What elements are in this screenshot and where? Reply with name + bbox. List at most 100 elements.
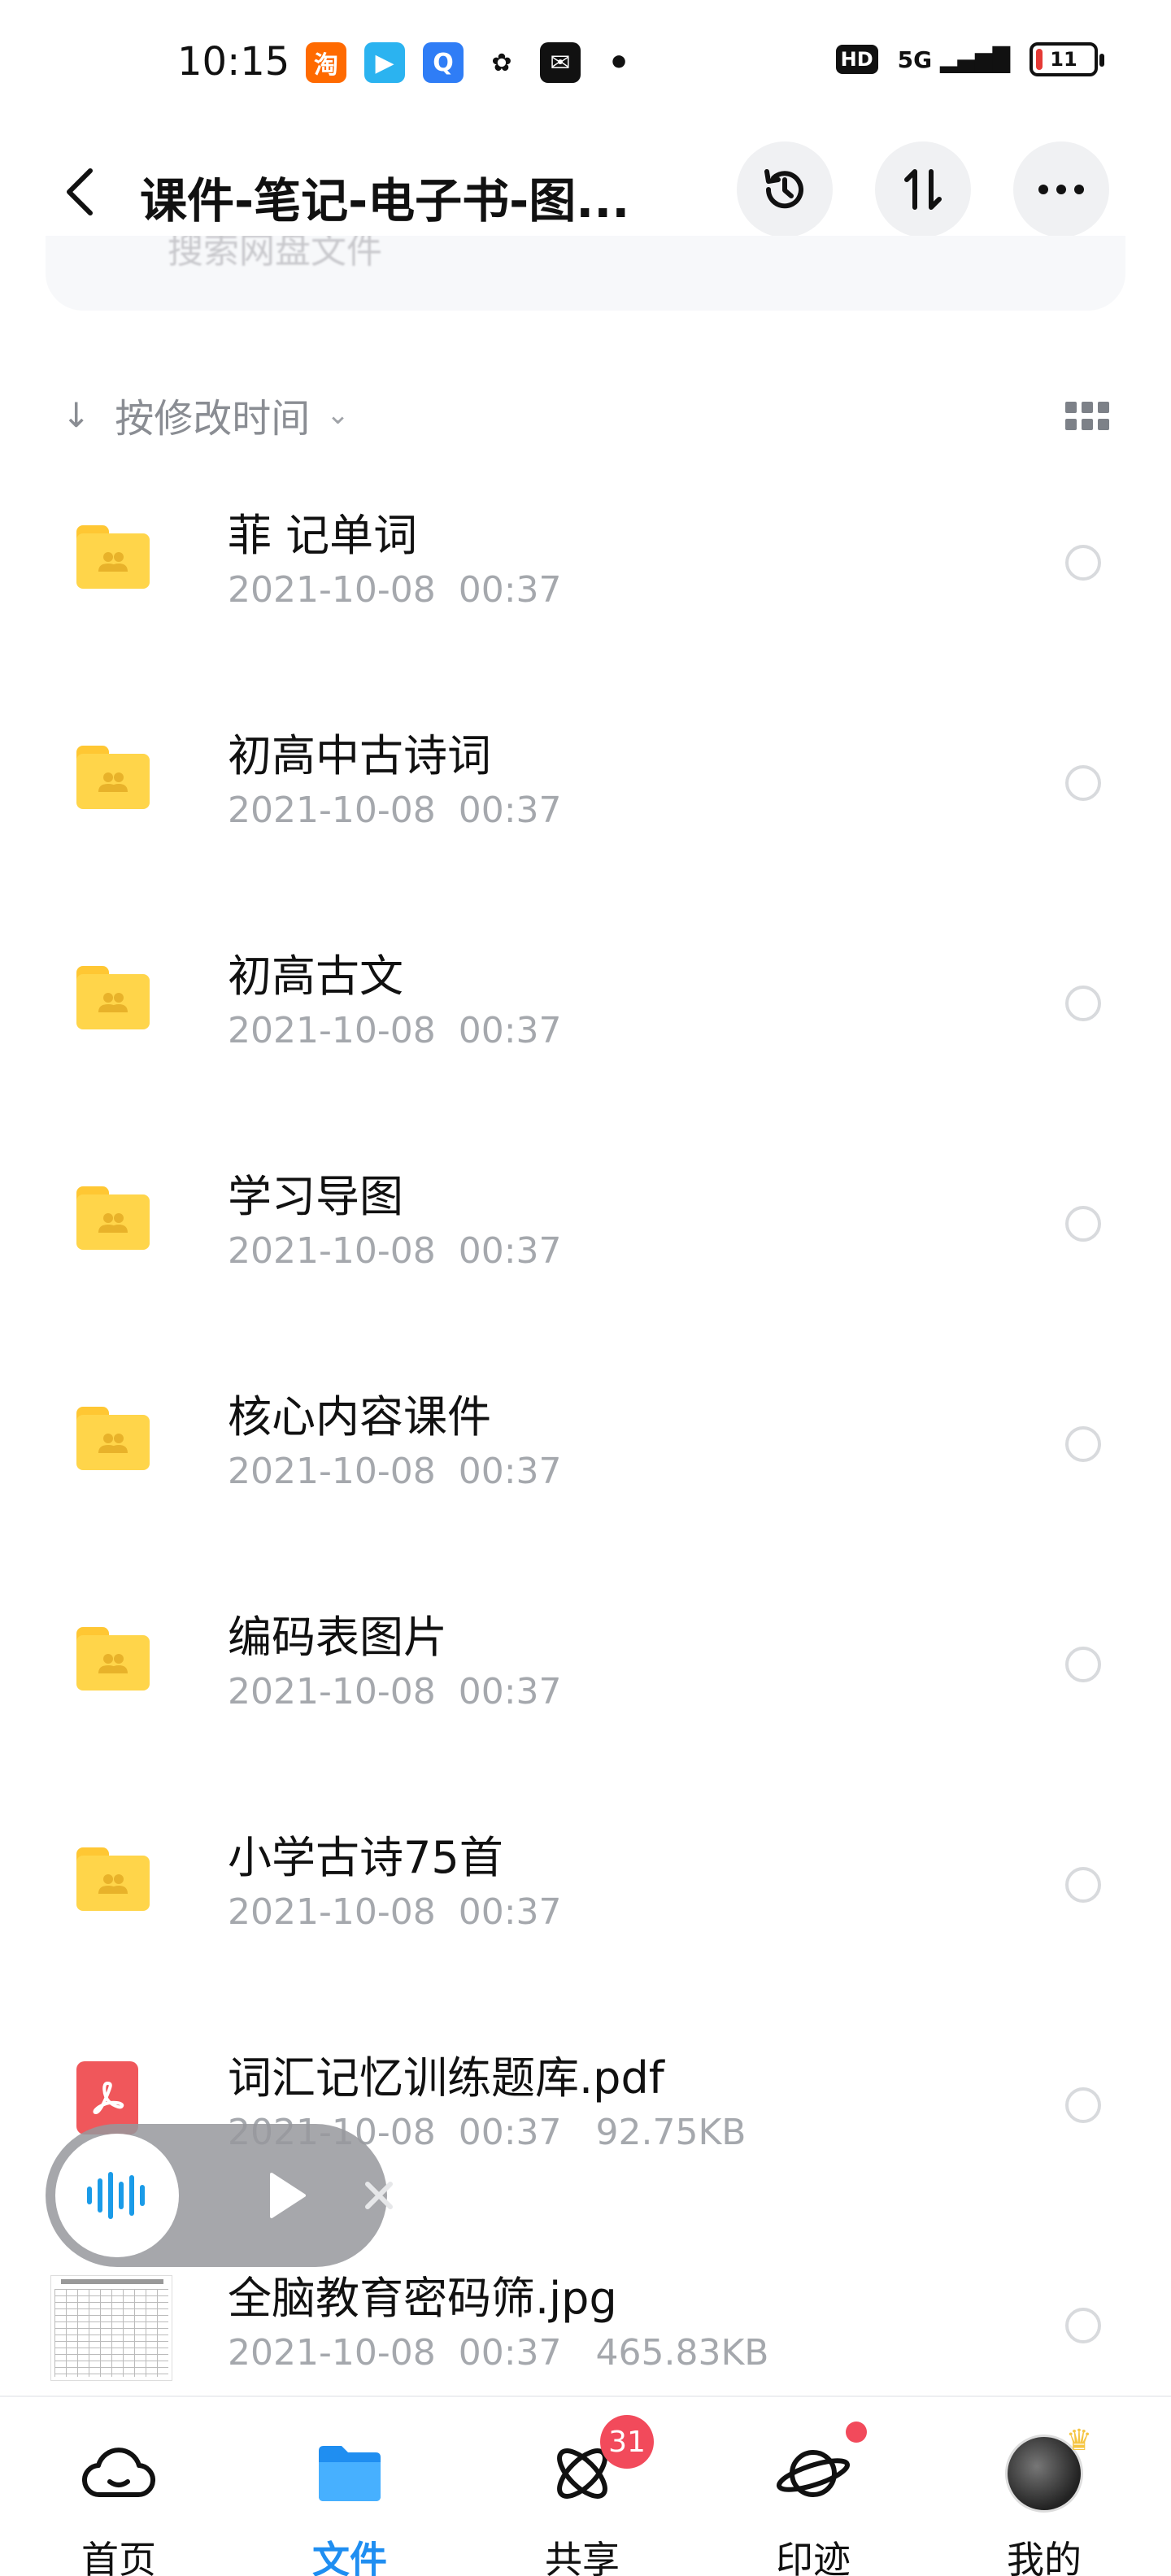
nav-share[interactable]: 31 共享: [493, 2397, 672, 2576]
shared-folder-icon: [76, 519, 150, 592]
file-meta: 2021-10-08 00:37 465.83KB: [228, 2332, 768, 2374]
file-size: 92.75KB: [595, 2112, 747, 2153]
select-checkbox[interactable]: [1065, 986, 1101, 1021]
file-time: 00:37: [458, 1891, 562, 1933]
select-checkbox[interactable]: [1065, 2087, 1101, 2123]
file-row[interactable]: 编码表图片 2021-10-08 00:37: [0, 1590, 1171, 1810]
shared-folder-icon: [76, 959, 150, 1033]
crown-icon: ♛: [1065, 2424, 1092, 2457]
history-icon: [764, 169, 803, 209]
nav-files-label: 文件: [312, 2538, 387, 2576]
shared-folder-icon: [76, 1841, 150, 1914]
shared-folder-icon: [76, 1180, 150, 1253]
share-badge: 31: [600, 2415, 654, 2469]
select-checkbox[interactable]: [1065, 1206, 1101, 1242]
file-meta: 2021-10-08 00:37: [228, 1010, 562, 1051]
file-meta: 2021-10-08 00:37: [228, 1891, 562, 1933]
file-meta: 2021-10-08 00:37: [228, 790, 562, 831]
nav-trace[interactable]: 印迹: [724, 2397, 903, 2576]
select-checkbox[interactable]: [1065, 1867, 1101, 1903]
file-row[interactable]: 初高中古诗词 2021-10-08 00:37: [0, 708, 1171, 929]
select-checkbox[interactable]: [1065, 2308, 1101, 2343]
nav-me-label: 我的: [1007, 2538, 1082, 2576]
avatar: ♛: [1005, 2424, 1092, 2513]
grid-view-icon[interactable]: [1065, 402, 1111, 431]
file-date: 2021-10-08: [228, 1010, 436, 1051]
file-date: 2021-10-08: [228, 569, 436, 611]
file-name: 初高古文: [228, 951, 403, 1002]
file-meta: 2021-10-08 00:37: [228, 1671, 562, 1712]
file-time: 00:37: [458, 2112, 562, 2153]
file-time: 00:37: [458, 569, 562, 611]
notification-icons: 淘 ▶ Q ✿ ✉ •: [306, 42, 639, 84]
more-icon: [1038, 185, 1084, 194]
hd-badge: HD: [835, 45, 878, 74]
browser-icon: Q: [423, 42, 464, 83]
file-date: 2021-10-08: [228, 1891, 436, 1933]
more-button[interactable]: [1013, 141, 1109, 237]
file-name: 小学古诗75首: [228, 1832, 503, 1883]
file-meta: 2021-10-08 00:37: [228, 1451, 562, 1492]
file-name: 全脑教育密码筛.jpg: [228, 2273, 617, 2324]
file-time: 00:37: [458, 1671, 562, 1712]
nav-me[interactable]: ♛ 我的: [955, 2397, 1134, 2576]
status-bar: 10:15 淘 ▶ Q ✿ ✉ • HD 5G ▂▄▆█ 11: [0, 0, 1171, 130]
sort-row: ↓ 按修改时间 ⌄: [62, 382, 1111, 447]
nav-trace-label: 印迹: [776, 2538, 851, 2576]
select-checkbox[interactable]: [1065, 1647, 1101, 1682]
select-checkbox[interactable]: [1065, 1426, 1101, 1462]
avatar-wrap: ♛: [1000, 2424, 1092, 2517]
file-meta: 2021-10-08 00:37: [228, 569, 562, 611]
select-checkbox[interactable]: [1065, 545, 1101, 581]
floating-audio-player[interactable]: [46, 2124, 393, 2267]
sort-toggle-icon: [904, 169, 942, 210]
back-arrow-icon[interactable]: [50, 159, 107, 224]
search-placeholder: 搜索网盘文件: [168, 236, 382, 272]
file-row[interactable]: 核心内容课件 2021-10-08 00:37: [0, 1369, 1171, 1590]
sort-direction-icon[interactable]: ↓: [62, 395, 90, 435]
close-icon[interactable]: [356, 2171, 402, 2220]
shared-folder-icon: [76, 739, 150, 812]
status-time: 10:15: [177, 39, 290, 85]
folder-icon: [306, 2430, 394, 2517]
file-time: 00:37: [458, 2332, 562, 2374]
trace-notification-dot: [846, 2422, 867, 2443]
file-row[interactable]: 学习导图 2021-10-08 00:37: [0, 1149, 1171, 1369]
nav-files[interactable]: 文件: [260, 2397, 439, 2576]
file-time: 00:37: [458, 1230, 562, 1272]
file-date: 2021-10-08: [228, 790, 436, 831]
history-button[interactable]: [737, 141, 833, 237]
file-row[interactable]: 初高古文 2021-10-08 00:37: [0, 929, 1171, 1149]
select-checkbox[interactable]: [1065, 765, 1101, 801]
file-row[interactable]: 小学古诗75首 2021-10-08 00:37: [0, 1810, 1171, 2030]
file-date: 2021-10-08: [228, 2332, 436, 2374]
planet-icon: [769, 2430, 857, 2517]
sort-by-dropdown[interactable]: 按修改时间: [115, 386, 310, 443]
system-indicators: HD 5G ▂▄▆█ 11: [835, 42, 1104, 76]
sort-toggle-button[interactable]: [875, 141, 971, 237]
file-name: 词汇记忆训练题库.pdf: [228, 2052, 664, 2104]
file-date: 2021-10-08: [228, 1671, 436, 1712]
mail-icon: ✉: [540, 42, 581, 83]
file-name: 编码表图片: [228, 1612, 447, 1663]
header: 课件-笔记-电子书-图...: [0, 138, 1171, 244]
nav-home[interactable]: 首页: [29, 2397, 208, 2576]
more-notifications-dot: •: [599, 42, 639, 84]
page-title: 课件-笔记-电子书-图...: [140, 173, 630, 228]
play-icon[interactable]: [259, 2165, 316, 2226]
file-time: 00:37: [458, 790, 562, 831]
file-size: 465.83KB: [595, 2332, 769, 2374]
nav-home-label: 首页: [81, 2538, 156, 2576]
file-date: 2021-10-08: [228, 1230, 436, 1272]
video-play-icon: ▶: [364, 42, 405, 83]
chevron-down-icon[interactable]: ⌄: [326, 398, 350, 431]
squirrel-app-icon: ✿: [481, 42, 522, 83]
file-meta: 2021-10-08 00:37: [228, 1230, 562, 1272]
search-bar[interactable]: 搜索网盘文件: [46, 236, 1125, 311]
file-time: 00:37: [458, 1451, 562, 1492]
shared-folder-icon: [76, 1621, 150, 1694]
audio-wave-icon[interactable]: [55, 2134, 179, 2257]
file-name: 学习导图: [228, 1171, 403, 1222]
battery-level: 11: [1050, 48, 1077, 71]
file-row[interactable]: 菲 记单词 2021-10-08 00:37: [0, 488, 1171, 708]
